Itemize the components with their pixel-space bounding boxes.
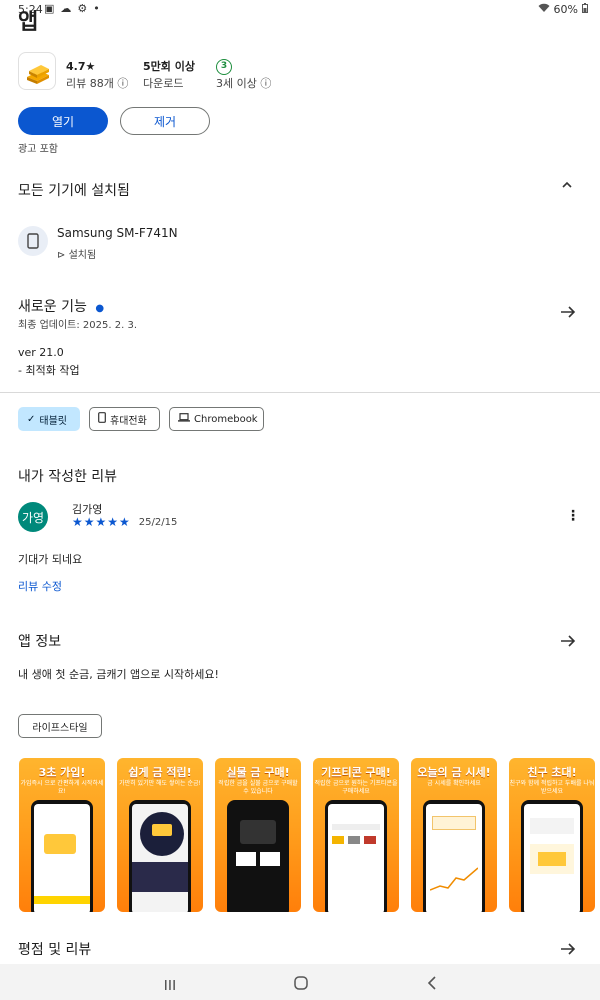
- phone-mockup: [31, 800, 93, 912]
- age-badge: 3: [216, 58, 232, 75]
- screenshot[interactable]: 실물 금 구매! 적립한 금을 실물 금으로 구매할 수 있습니다: [215, 758, 301, 912]
- screenshot-subcaption: 적립한 금을 실물 금으로 구매할 수 있습니다: [218, 780, 298, 795]
- phone-mockup: [129, 800, 191, 912]
- age-label: 3세 이상: [216, 77, 257, 90]
- update-note: - 최적화 작업: [18, 364, 80, 377]
- downloads-value: 5만회 이상: [143, 60, 195, 73]
- rating-stat[interactable]: 4.7★ 리뷰 88개 ⓘ: [66, 58, 128, 92]
- screenshot[interactable]: 쉽게 금 적립! 가만히 있기만 해도 쌓이는 순금!: [117, 758, 203, 912]
- arrow-right-icon[interactable]: [560, 941, 576, 960]
- downloads-stat: 5만회 이상 다운로드: [143, 58, 195, 92]
- screenshot[interactable]: 3초 가입! 가입즉시 으로 간편하게 시작하세요!: [19, 758, 105, 912]
- gear-icon: ⚙: [77, 2, 88, 15]
- review-stars: ★★★★★: [72, 515, 131, 529]
- screenshot-subcaption: 가만히 있기만 해도 쌓이는 순금!: [119, 780, 201, 787]
- screenshot-subcaption: 금 시세를 확인하세요: [427, 780, 481, 787]
- chip-tablet-label: 태블릿: [39, 415, 67, 427]
- review-meta: ★★★★★ 25/2/15: [72, 515, 177, 529]
- screenshot-caption: 기프티콘 구매!: [321, 766, 391, 779]
- my-review-heading: 내가 작성한 리뷰: [18, 469, 118, 485]
- age-rating-stat[interactable]: 3 3세 이상 ⓘ: [216, 58, 271, 92]
- device-install-status: ⊳ 설치됨: [57, 246, 96, 261]
- cloud-icon: ☁: [60, 2, 72, 15]
- rating-value: 4.7★: [66, 60, 96, 73]
- dot-icon: •: [93, 2, 100, 15]
- check-icon: ✓: [27, 413, 36, 425]
- phone-icon: [98, 412, 106, 426]
- wifi-icon: [538, 3, 550, 16]
- screenshot-subcaption: 친구와 함께 적립하고 두배를 나눠받으세요: [509, 780, 595, 795]
- more-options-icon[interactable]: ⋮: [566, 508, 580, 524]
- app-description: 내 생애 첫 순금, 금캐기 앱으로 시작하세요!: [18, 668, 219, 681]
- battery-icon: [582, 3, 588, 16]
- device-name: Samsung SM-F741N: [57, 226, 178, 240]
- review-date: 25/2/15: [138, 516, 178, 528]
- whats-new-heading[interactable]: 새로운 기능 ●: [18, 296, 104, 316]
- chip-chromebook[interactable]: Chromebook: [169, 407, 264, 431]
- review-text: 기대가 되네요: [18, 553, 83, 566]
- system-navigation-bar: [0, 964, 600, 1000]
- screenshot[interactable]: 기프티콘 구매! 적립한 금으로 원하는 기프티콘을 구매하세요: [313, 758, 399, 912]
- screenshot-caption: 쉽게 금 적립!: [128, 766, 192, 779]
- chip-phone[interactable]: 휴대전화: [89, 407, 160, 431]
- phone-mockup: [423, 800, 485, 912]
- about-app-heading[interactable]: 앱 정보: [18, 631, 61, 651]
- screenshot-subcaption: 가입즉시 으로 간편하게 시작하세요!: [20, 780, 104, 795]
- divider: [0, 392, 600, 393]
- review-count: 리뷰 88개: [66, 77, 114, 90]
- phone-mockup: [325, 800, 387, 912]
- back-icon[interactable]: [427, 975, 437, 994]
- battery-text: 60%: [553, 3, 578, 16]
- install-status-text: 설치됨: [68, 250, 97, 261]
- phone-mockup: [227, 800, 289, 912]
- uninstall-button[interactable]: 제거: [120, 107, 210, 135]
- ratings-heading[interactable]: 평점 및 리뷰: [18, 939, 91, 959]
- open-button[interactable]: 열기: [18, 107, 108, 135]
- screenshot[interactable]: 친구 초대! 친구와 함께 적립하고 두배를 나눠받으세요: [509, 758, 595, 912]
- home-icon[interactable]: [294, 975, 308, 994]
- category-chip[interactable]: 라이프스타일: [18, 714, 102, 738]
- screenshot[interactable]: 오늘의 금 시세! 금 시세를 확인하세요: [411, 758, 497, 912]
- install-icon: ⊳: [57, 250, 66, 261]
- downloads-label: 다운로드: [143, 77, 184, 90]
- screenshot-subcaption: 적립한 금으로 원하는 기프티콘을 구매하세요: [314, 780, 398, 795]
- whats-new-title: 새로운 기능: [18, 299, 87, 315]
- notification-icons: ▣ ☁ ⚙ •: [44, 2, 100, 15]
- screenshot-caption: 오늘의 금 시세!: [417, 766, 491, 779]
- new-dot-icon: ●: [95, 303, 105, 314]
- screenshot-caption: 실물 금 구매!: [226, 766, 290, 779]
- chip-tablet[interactable]: ✓ 태블릿: [18, 407, 80, 431]
- phone-device-icon: [18, 226, 48, 256]
- chip-phone-label: 휴대전화: [110, 415, 147, 427]
- phone-mockup: [521, 800, 583, 912]
- arrow-right-icon[interactable]: [560, 633, 576, 652]
- laptop-icon: [178, 413, 190, 425]
- version-text: ver 21.0: [18, 346, 64, 359]
- info-icon: ⓘ: [260, 77, 272, 90]
- contains-ads-label: 광고 포함: [18, 144, 58, 155]
- last-updated: 최종 업데이트: 2025. 2. 3.: [18, 320, 137, 331]
- app-icon: [18, 52, 56, 90]
- installed-devices-heading: 모든 기기에 설치됨: [18, 183, 130, 199]
- arrow-right-icon[interactable]: [560, 304, 576, 323]
- screenshot-caption: 친구 초대!: [527, 766, 577, 779]
- image-icon: ▣: [44, 2, 55, 15]
- chip-chromebook-label: Chromebook: [194, 413, 258, 425]
- edit-review-link[interactable]: 리뷰 수정: [18, 578, 62, 594]
- recent-apps-icon[interactable]: [164, 976, 176, 995]
- avatar: 가영: [18, 502, 48, 532]
- chevron-up-icon[interactable]: [560, 178, 574, 196]
- screenshot-caption: 3초 가입!: [38, 766, 86, 779]
- info-icon: ⓘ: [117, 77, 129, 90]
- status-bar: 5:24 ▣ ☁ ⚙ • 60%: [0, 0, 600, 20]
